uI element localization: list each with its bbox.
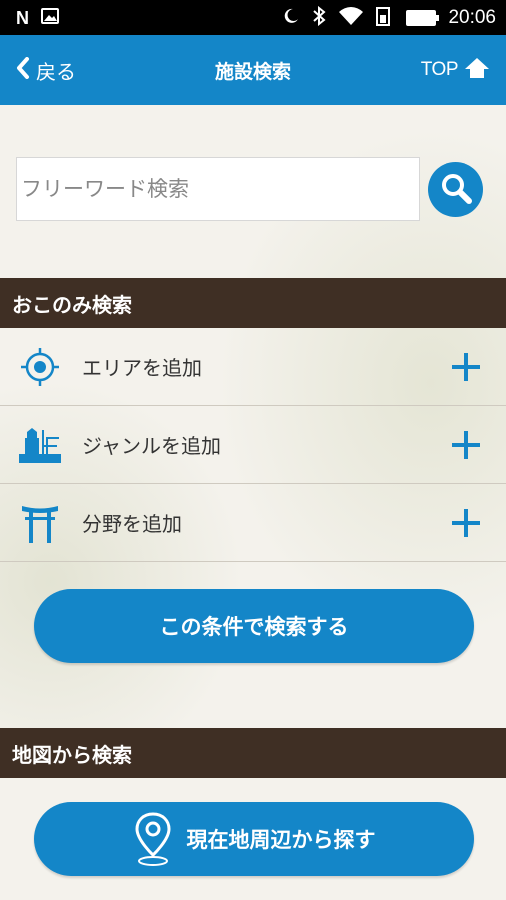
add-field-row[interactable]: 分野を追加 [0, 484, 506, 562]
nearby-search-label: 現在地周辺から探す [186, 828, 376, 852]
wifi-icon [338, 6, 364, 30]
back-button[interactable]: 戻る [16, 35, 76, 105]
back-label: 戻る [36, 59, 76, 84]
torii-icon [12, 484, 68, 562]
image-icon [41, 7, 59, 28]
search-input[interactable] [16, 157, 420, 221]
app-header: 戻る 施設検索 TOP [0, 35, 506, 105]
section-heading-map: 地図から検索 [0, 728, 506, 778]
target-icon [12, 328, 68, 406]
location-pin-icon [133, 811, 173, 867]
chevron-left-icon [16, 57, 30, 83]
signal-icon [376, 6, 394, 30]
section-heading-okonomi: おこのみ検索 [0, 278, 506, 328]
status-bar: N 20:06 [0, 0, 506, 35]
magnifier-icon [439, 171, 473, 209]
building-icon [12, 406, 68, 484]
home-icon [464, 57, 490, 83]
search-button[interactable] [428, 162, 483, 217]
add-area-row[interactable]: エリアを追加 [0, 328, 506, 406]
plus-icon [448, 505, 484, 541]
add-area-label: エリアを追加 [82, 356, 202, 380]
plus-icon [448, 349, 484, 385]
plus-icon [448, 427, 484, 463]
content-area: おこのみ検索 エリアを追加 ジャンルを追加 分野を追加 この条件で検索する 地図… [0, 105, 506, 900]
bluetooth-icon [312, 5, 326, 30]
battery-icon [406, 9, 440, 26]
page-title: 施設検索 [214, 60, 291, 83]
add-genre-label: ジャンルを追加 [82, 434, 221, 458]
top-button[interactable]: TOP [421, 35, 490, 105]
nearby-search-button[interactable]: 現在地周辺から探す [34, 802, 474, 876]
add-field-label: 分野を追加 [82, 512, 182, 536]
notification-n-icon: N [16, 7, 29, 28]
add-genre-row[interactable]: ジャンルを追加 [0, 406, 506, 484]
top-label: TOP [420, 59, 459, 80]
moon-icon [282, 7, 300, 29]
status-time: 20:06 [448, 6, 496, 28]
condition-search-button[interactable]: この条件で検索する [34, 589, 474, 663]
